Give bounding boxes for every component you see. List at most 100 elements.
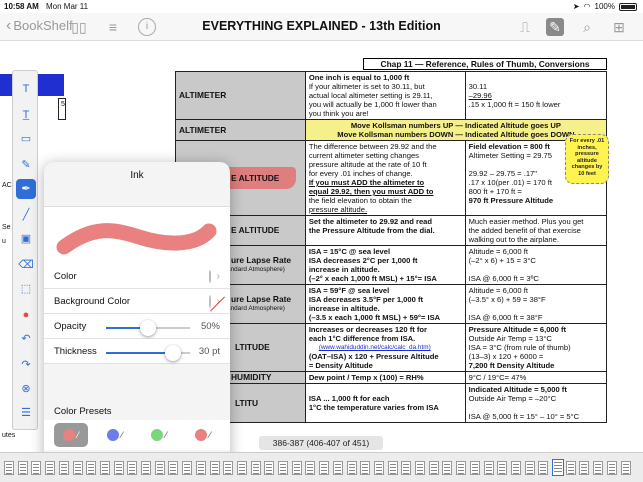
status-bar: 10:58 AM Mon Mar 11 ➤ ◠ 100% (0, 0, 643, 13)
page-thumbnail[interactable] (346, 461, 357, 475)
page-thumbnail[interactable] (31, 461, 42, 475)
row-rule: Move Kollsman numbers UP — Indicated Alt… (304, 119, 608, 141)
image-icon[interactable]: ▣ (16, 229, 36, 249)
page-thumbnail[interactable] (182, 461, 193, 475)
edit-icon[interactable]: ✎ (546, 18, 564, 36)
color-preset[interactable]: ⁄ (98, 423, 132, 447)
color-presets-label: Color Presets (54, 406, 112, 417)
left-page-cell: AC (2, 182, 12, 189)
left-page-cell: utes (2, 432, 16, 439)
page-thumbnail[interactable] (401, 461, 412, 475)
page-thumbnail[interactable] (497, 461, 508, 475)
page-thumbnail[interactable] (319, 461, 330, 475)
page-thumbnail[interactable] (72, 461, 83, 475)
status-time: 10:58 AM (4, 2, 39, 11)
page-thumbnail[interactable] (236, 461, 247, 475)
thickness-slider[interactable] (106, 345, 190, 361)
selection-icon[interactable]: ⬚ (16, 279, 36, 299)
typewriter-icon[interactable]: T̲ (16, 105, 36, 125)
page-thumbnail[interactable] (510, 461, 521, 475)
calc-link[interactable]: (www.wahiduddin.net/calc/calc_da.htm) (309, 343, 462, 352)
color-preset[interactable]: ⁄ (186, 423, 220, 447)
page-thumbnail[interactable] (593, 461, 604, 475)
color-preset[interactable]: ⁄ (54, 423, 88, 447)
page-thumbnail[interactable] (250, 461, 261, 475)
bookmark-icon[interactable]: ⎍ (516, 18, 534, 36)
page-thumbnail[interactable] (332, 461, 343, 475)
page-thumbnail[interactable] (99, 461, 110, 475)
page-thumbnail[interactable] (524, 461, 535, 475)
status-right: ➤ ◠ 100% (573, 2, 637, 11)
page-thumbnail[interactable] (428, 461, 439, 475)
preset-slash-icon: ⁄ (165, 430, 167, 440)
ink-title: Ink (130, 170, 144, 181)
record-icon[interactable]: ● (16, 305, 36, 325)
opacity-slider[interactable] (106, 320, 190, 336)
page-thumbnail[interactable] (127, 461, 138, 475)
opacity-slider-knob[interactable] (140, 320, 156, 336)
row-example: Indicated Altitude = 5,000 ft Outside Ai… (464, 383, 608, 423)
page-thumbnail[interactable] (168, 461, 179, 475)
page-thumbnail[interactable] (113, 461, 124, 475)
page-thumbnail[interactable] (278, 461, 288, 475)
undo-icon[interactable]: ↶ (16, 329, 36, 349)
close-circle-icon[interactable]: ⊗ (16, 379, 36, 399)
line-icon[interactable]: ╱ (16, 205, 36, 225)
pen-icon[interactable]: ✎ (16, 155, 36, 175)
row-rule: ISA ... 1,000 ft for each 1°C the temper… (304, 383, 466, 423)
page-thumbnail[interactable] (606, 461, 617, 475)
page-thumbnail[interactable] (86, 461, 97, 475)
page-thumbnail[interactable] (305, 461, 316, 475)
page-thumbnail[interactable] (579, 461, 590, 475)
eraser-icon[interactable]: ⌫ (16, 255, 36, 275)
redo-icon[interactable]: ↷ (16, 355, 36, 375)
page-thumbnail[interactable] (538, 461, 549, 475)
menu-icon[interactable]: ☰ (16, 403, 36, 423)
page-thumbnail[interactable] (58, 461, 69, 475)
page-thumbnail[interactable] (45, 461, 56, 475)
row-example: Pressure Altitude = 6,000 ft Outside Air… (464, 323, 608, 372)
page-thumbnail[interactable] (442, 461, 453, 475)
page-thumbnail[interactable] (154, 461, 165, 475)
page-thumbnail[interactable] (17, 461, 28, 475)
page-thumbnail[interactable] (387, 461, 398, 475)
annotation-toolbar: T T̲ ▭ ✎ ✒ ╱ ▣ ⌫ ⬚ ● ↶ ↷ ⊗ ☰ (12, 70, 38, 430)
page-thumbnail-strip[interactable] (0, 452, 643, 482)
row-example: Altitude = 6,000 ft (–3.5° x 6) + 59 = 3… (464, 284, 608, 324)
left-page-cell: u (2, 238, 6, 245)
page-thumbnail[interactable] (195, 461, 206, 475)
page-thumbnail[interactable] (360, 461, 371, 475)
color-preset[interactable]: ⁄ (142, 423, 176, 447)
battery-percent: 100% (594, 2, 615, 11)
sticky-note[interactable]: For every .01 inches, pressure altitude … (565, 134, 609, 184)
page-thumbnail[interactable] (620, 461, 631, 475)
thickness-value: 30 pt (198, 345, 220, 357)
row-rule: ISA = 59°F @ sea level ISA decreases 3.5… (304, 284, 466, 324)
page-thumbnail[interactable] (469, 461, 480, 475)
grid-icon[interactable]: ⊞ (610, 18, 628, 36)
status-date: Mon Mar 11 (46, 2, 89, 11)
table-row: ure Lapse Rate andard Atmosphere) ISA = … (175, 284, 608, 324)
page-thumbnail[interactable] (291, 461, 302, 475)
opacity-label: Opacity (54, 320, 87, 332)
color-row[interactable]: Color › (44, 264, 230, 289)
page-thumbnail[interactable] (209, 461, 220, 475)
page-thumbnail[interactable] (415, 461, 425, 475)
page-thumbnail[interactable] (483, 461, 494, 475)
search-icon[interactable]: ⌕ (578, 18, 596, 36)
page-thumbnail[interactable] (552, 459, 564, 476)
page-thumbnail[interactable] (373, 461, 384, 475)
preset-color-dot (195, 429, 208, 441)
page-thumbnail[interactable] (456, 461, 467, 475)
page-thumbnail[interactable] (141, 461, 151, 475)
text-box-icon[interactable]: T (16, 79, 36, 99)
page-thumbnail[interactable] (223, 461, 234, 475)
page-thumbnail[interactable] (4, 461, 14, 475)
comment-icon[interactable]: ▭ (16, 129, 36, 149)
ink-icon[interactable]: ✒ (16, 179, 36, 199)
page-thumbnail[interactable] (565, 461, 576, 475)
background-color-row[interactable]: Background Color › (44, 289, 230, 314)
background-color-label: Background Color (54, 295, 131, 307)
row-rule: Dew point / Temp x (100) = RH% (304, 371, 466, 384)
page-thumbnail[interactable] (264, 461, 275, 475)
